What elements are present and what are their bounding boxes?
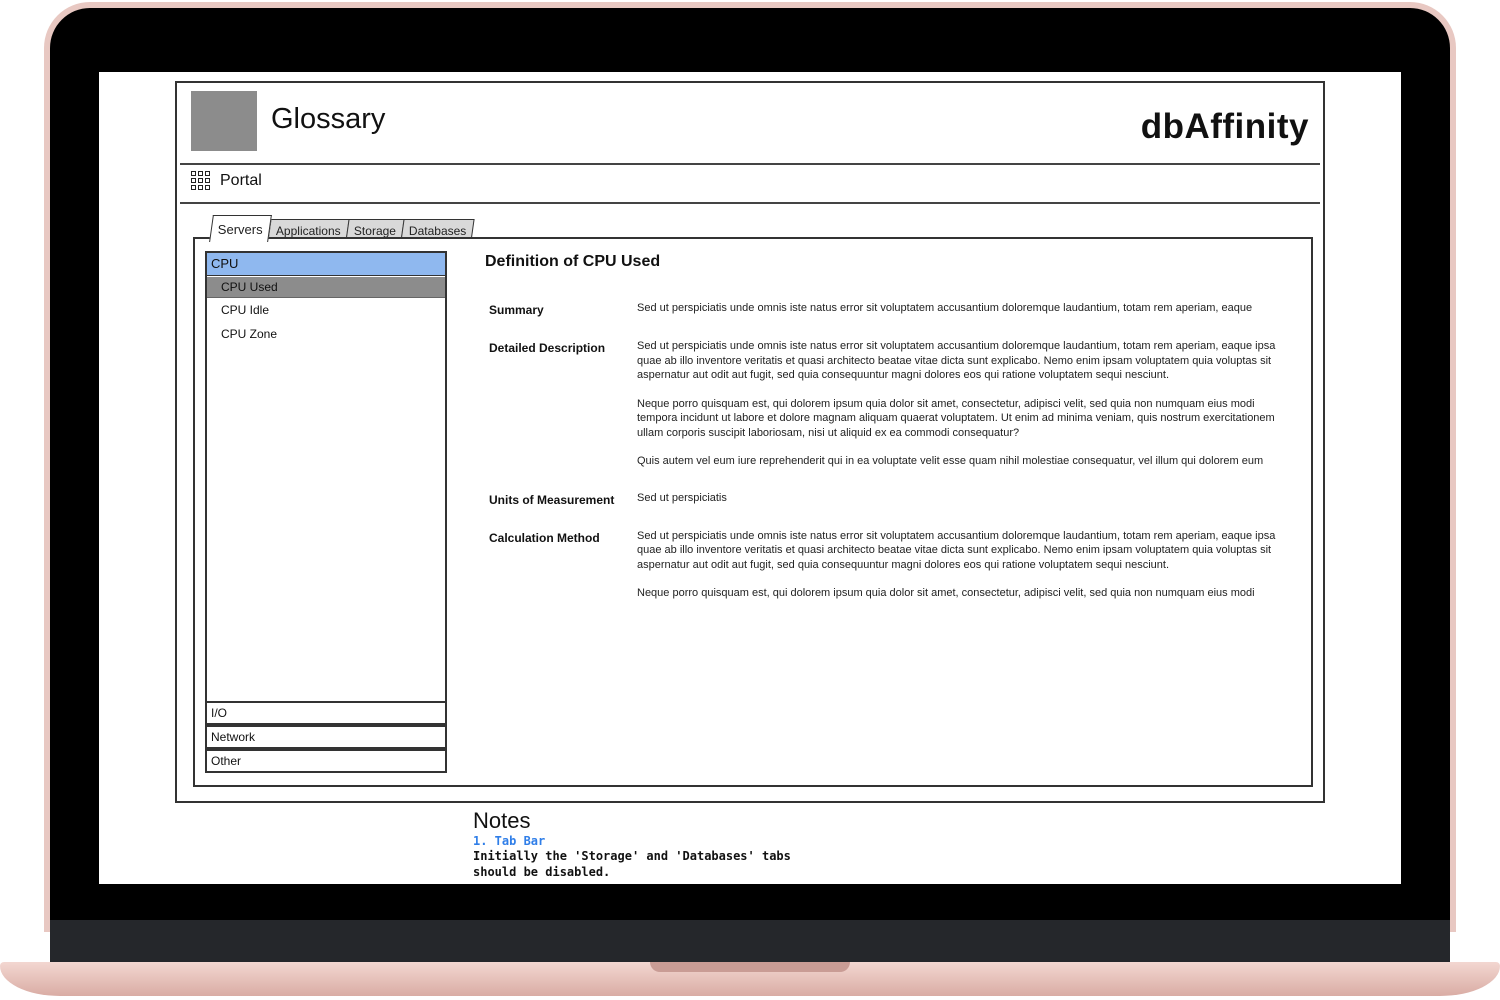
description-text: Sed ut perspiciatis unde omnis iste natu… (637, 339, 1287, 469)
nav-divider (180, 202, 1320, 204)
tree-category-io[interactable]: I/O (205, 701, 447, 725)
definition-title: Definition of CPU Used (485, 253, 661, 270)
tab-servers[interactable]: Servers (209, 215, 272, 242)
units-row: Units of Measurement Sed ut perspiciatis (485, 491, 1295, 507)
calculation-text: Sed ut perspiciatis unde omnis iste natu… (637, 529, 1287, 601)
metric-tree: CPU CPU Used CPU Idle CPU Zone (205, 251, 447, 703)
portal-label: Portal (220, 171, 262, 189)
description-paragraph: Neque porro quisquam est, qui dolorem ip… (637, 397, 1275, 439)
description-paragraph: Sed ut perspiciatis unde omnis iste natu… (637, 340, 1276, 381)
brand-logo-text: dbAffinity (1140, 107, 1309, 146)
page-title: Glossary (271, 103, 386, 135)
screen: Glossary dbAffinity Portal Servers Appli… (99, 72, 1401, 884)
tree-item-cpu-zone[interactable]: CPU Zone (207, 322, 445, 346)
tab-content-panel: CPU CPU Used CPU Idle CPU Zone I/O Netwo… (193, 237, 1313, 787)
summary-text: Sed ut perspiciatis unde omnis iste natu… (637, 302, 1253, 314)
units-text: Sed ut perspiciatis (637, 491, 727, 504)
apps-grid-icon (191, 171, 210, 190)
notes-item-body: Initially the 'Storage' and 'Databases' … (473, 849, 791, 879)
summary-row: Summary Sed ut perspiciatis unde omnis i… (485, 301, 1295, 317)
notes-section: Notes 1. Tab Bar Initially the 'Storage'… (473, 808, 813, 880)
description-label: Detailed Description (489, 341, 606, 355)
tree-category-cpu[interactable]: CPU (207, 253, 445, 276)
calculation-paragraph: Sed ut perspiciatis unde omnis iste natu… (637, 529, 1276, 571)
header-divider (180, 163, 1320, 165)
glossary-page: Glossary dbAffinity Portal Servers Appli… (175, 81, 1325, 803)
description-row: Detailed Description Sed ut perspiciatis… (485, 339, 1295, 469)
tree-item-cpu-used[interactable]: CPU Used (207, 277, 445, 298)
tree-category-other[interactable]: Other (205, 749, 447, 773)
calculation-paragraph: Neque porro quisquam est, qui dolorem ip… (637, 587, 1255, 599)
tree-item-cpu-idle[interactable]: CPU Idle (207, 298, 445, 322)
laptop-notch (650, 962, 850, 972)
calculation-label: Calculation Method (489, 530, 600, 545)
units-label: Units of Measurement (489, 492, 615, 507)
notes-title: Notes (473, 808, 531, 833)
description-paragraph: Quis autem vel eum iure reprehenderit qu… (637, 455, 1264, 467)
calculation-row: Calculation Method Sed ut perspiciatis u… (485, 529, 1295, 601)
laptop-hinge (50, 920, 1450, 962)
portal-link[interactable]: Portal (191, 171, 262, 190)
definition-panel: Definition of CPU Used Summary Sed ut pe… (485, 253, 1295, 623)
summary-label: Summary (489, 303, 544, 317)
logo-placeholder (191, 91, 257, 151)
tree-category-network[interactable]: Network (205, 725, 447, 749)
notes-item-title: 1. Tab Bar (473, 834, 546, 848)
